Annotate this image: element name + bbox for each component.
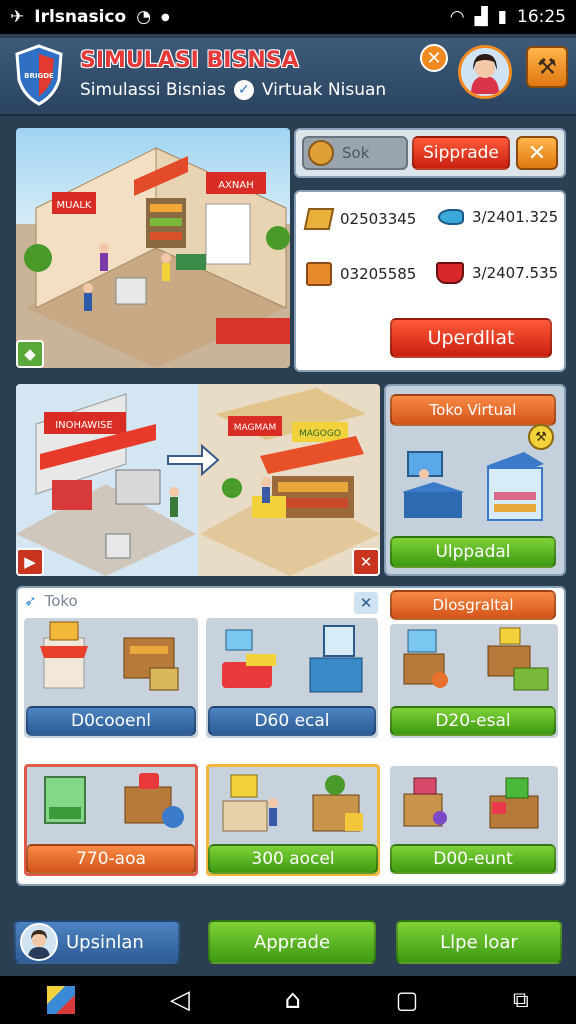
scene-expand-icon[interactable]: ◆ [16,340,44,368]
close-panel-icon[interactable]: ✕ [516,136,558,170]
hammer-button[interactable]: ⚒ [526,46,568,88]
shop-item-button[interactable]: D20-esal [390,706,556,736]
verified-icon: ✓ [233,80,254,100]
shop-item-button[interactable]: D0cooenl [26,706,196,736]
svg-text:MUALK: MUALK [57,200,92,211]
game-title: SIMULASI BISNSA [80,48,299,73]
third-action-button[interactable]: Llpe loar [396,920,562,964]
svg-text:INOHAWISE: INOHAWISE [55,420,113,431]
scene-play-icon[interactable]: ▶ [16,548,44,576]
app-notification-icon: ✈ [10,7,25,27]
cart-icon [436,262,464,284]
crate-icon [303,208,335,230]
toko-close-icon[interactable]: ✕ [354,592,378,614]
dot-icon: ● [161,11,170,23]
shop-item-button[interactable]: 300 aocel [208,844,378,874]
virtual-shop-illustration [394,444,556,534]
box-icon [306,262,332,286]
shield-logo-icon: BRIGDE [14,44,64,106]
coin-label: Sok [342,144,370,162]
stat-fish: 3/2401.325 [438,208,558,226]
stat-crate: 02503345 [303,208,417,230]
toko-tag[interactable]: Dlosgraltal [390,590,556,620]
signal-icon: ▟ [474,7,488,27]
cookie-icon [308,140,334,166]
toko-label: Toko [44,592,78,610]
back-icon[interactable]: ◁ [170,985,190,1015]
apprade-button[interactable]: Apprade [208,920,376,964]
svg-text:AXNAH: AXNAH [218,180,254,191]
status-bar: ✈ Irlsnasico ◔ ● ◠ ▟ ▮ 16:25 [0,0,576,34]
stat-box: 03205585 [306,262,416,286]
cube-app-icon[interactable] [47,986,76,1014]
profile-button[interactable]: Upsinlan [14,920,180,964]
toko-icon: ➶ [24,592,37,610]
shop-item-button[interactable]: D60 ecal [208,706,376,736]
update-button[interactable]: Uperdllat [390,318,552,358]
profile-avatar-icon [20,923,58,961]
stat-value: 02503345 [340,210,417,228]
shop-item-button[interactable]: 770-aoa [26,844,196,874]
battery-icon: ▮ [497,7,507,27]
svg-text:BRIGDE: BRIGDE [24,72,54,80]
coin-field[interactable]: Sok [302,136,408,170]
player-avatar[interactable] [458,45,512,99]
shop-item-button[interactable]: D00-eunt [390,844,556,874]
stat-value: 3/2407.535 [472,264,559,282]
virtual-shop-tag[interactable]: Toko Virtual [390,394,556,426]
profile-label: Upsinlan [66,931,144,953]
rotate-icon[interactable]: ⧉ [513,988,529,1013]
virtual-shop-button[interactable]: Ulppadal [390,536,556,568]
shop-scene-main[interactable]: MUALK AXNAH [16,128,290,368]
shop-transform-scene[interactable]: INOHAWISE MAGMAM MAGOGO [16,384,380,576]
verified-label: Virtuak Nisuan [261,80,387,100]
system-nav-bar: ◁ ⌂ ▢ ⧉ [0,976,576,1024]
upgrade-top-button[interactable]: Sipprade [412,136,510,170]
subtitle-row: Simulassi Bisnias ✓ Virtuak Nisuan [80,80,386,100]
recents-icon[interactable]: ▢ [396,986,419,1014]
fish-icon [438,209,464,225]
toko-header: ➶ Toko [24,592,78,610]
stat-cart: 3/2407.535 [436,262,558,284]
compass-icon: ◔ [136,7,152,27]
home-icon[interactable]: ⌂ [285,985,302,1015]
close-header-icon[interactable]: ✕ [420,44,448,72]
subtitle-text: Simulassi Bisnias [80,80,226,100]
stat-value: 03205585 [340,265,417,283]
status-app-name: Irlsnasico [34,7,127,27]
scene-close-icon[interactable]: ✕ [352,548,380,576]
wifi-icon: ◠ [449,7,465,27]
status-time: 16:25 [517,7,566,27]
svg-text:MAGMAM: MAGMAM [234,423,276,433]
stat-value: 3/2401.325 [472,208,559,226]
svg-text:MAGOGO: MAGOGO [299,429,341,439]
